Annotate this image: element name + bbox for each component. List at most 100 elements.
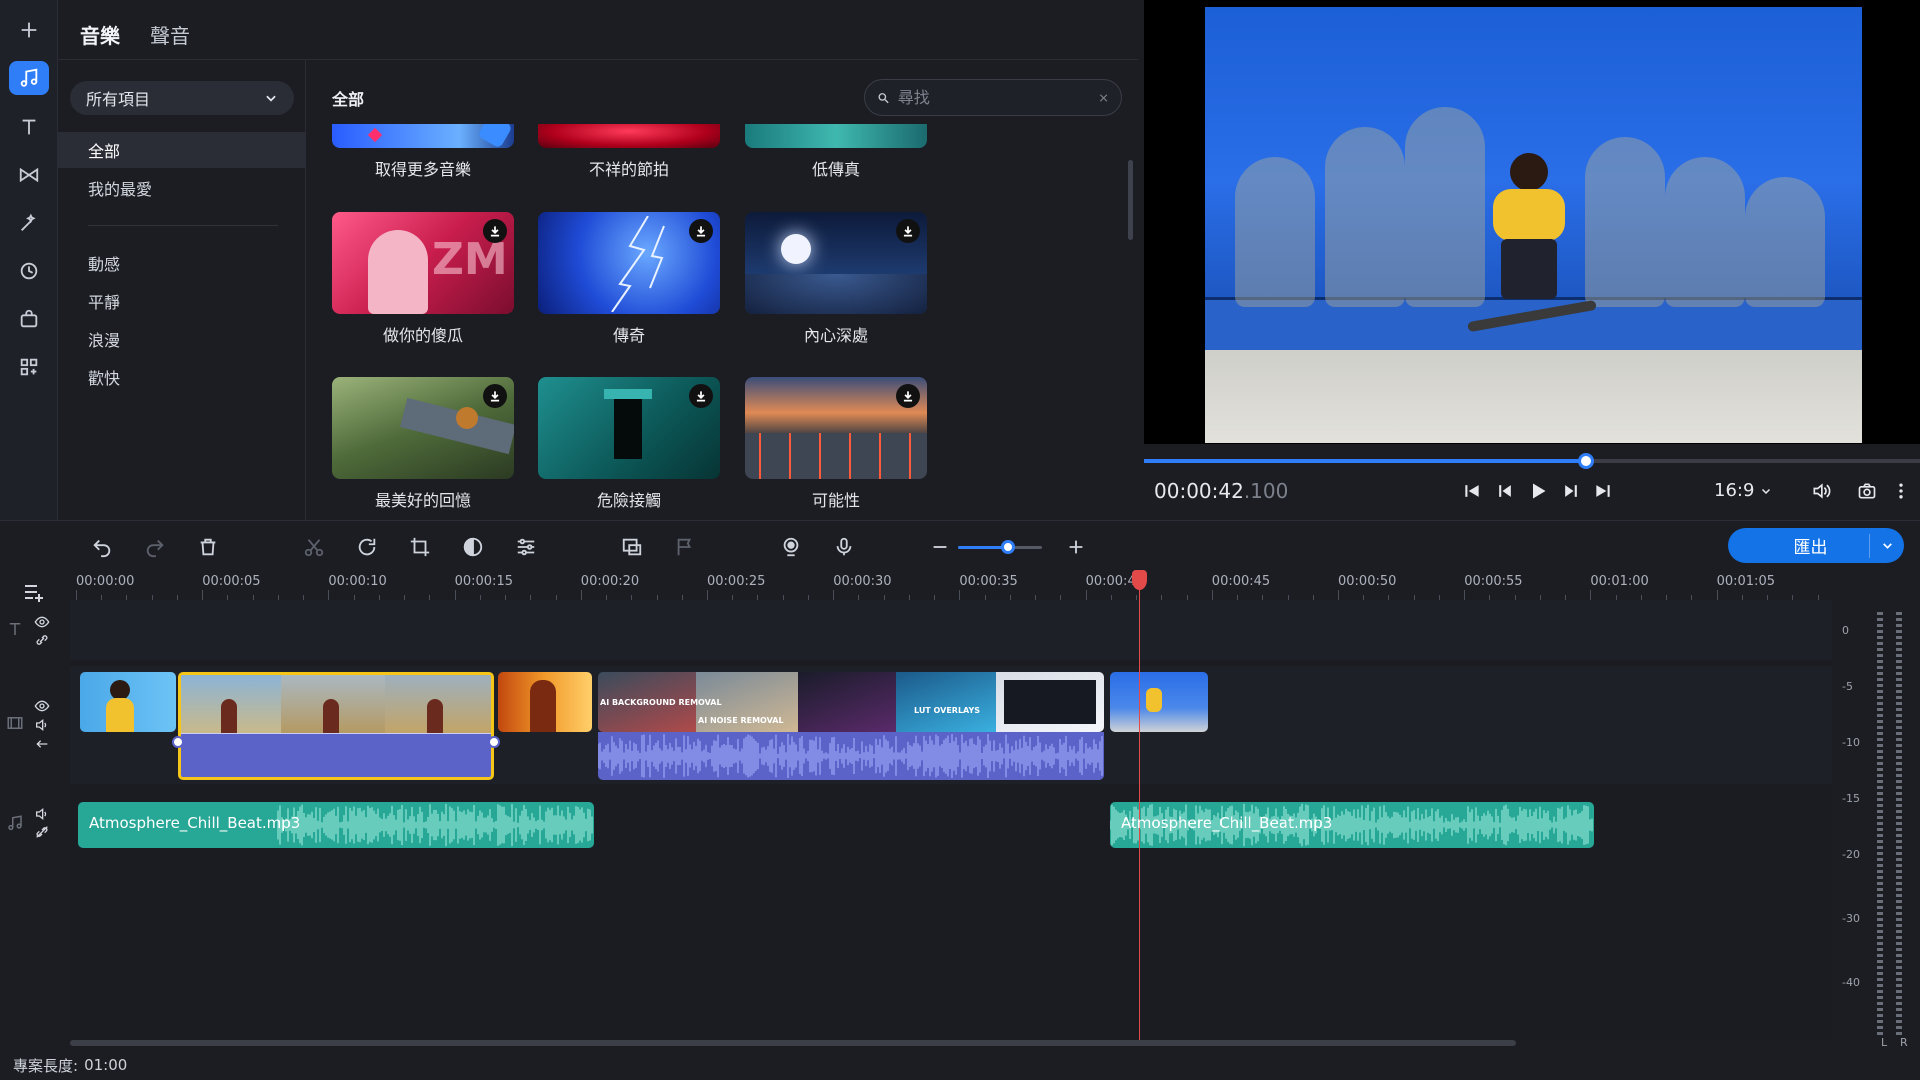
export-button[interactable]: 匯出 (1728, 528, 1904, 563)
download-button[interactable] (483, 384, 507, 408)
video-preview[interactable] (1205, 7, 1862, 443)
titles-button[interactable] (9, 110, 49, 144)
add-track-icon[interactable] (22, 580, 46, 604)
webcam-record-button[interactable] (777, 533, 805, 561)
video-clip[interactable] (1110, 672, 1208, 732)
fade-handle-right[interactable] (488, 736, 500, 748)
track-card[interactable]: 不祥的節拍 (538, 124, 720, 180)
zoom-out-button[interactable] (926, 533, 954, 561)
track-card[interactable]: 最美好的回憶 (332, 377, 514, 511)
timeline-scrollbar[interactable] (70, 1040, 1516, 1046)
stickers-button[interactable] (9, 254, 49, 288)
clip-audio-waveform[interactable] (597, 732, 1104, 780)
video-clip[interactable]: AI BACKGROUND REMOVAL AI NOISE REMOVAL L… (598, 672, 1104, 732)
track-card[interactable]: 低傳真 (745, 124, 927, 180)
skip-to-start-button[interactable] (1459, 478, 1485, 504)
zoom-slider[interactable] (958, 540, 1042, 554)
magic-wand-icon (21, 213, 36, 231)
link-icon[interactable] (34, 632, 50, 648)
rotate-button[interactable] (353, 533, 381, 561)
category-dynamic[interactable]: 動感 (58, 245, 306, 281)
tab-sounds[interactable]: 聲音 (150, 20, 190, 49)
add-media-button[interactable] (9, 13, 49, 47)
music-clip[interactable]: Atmosphere_Chill_Beat.mp3 (1110, 802, 1594, 848)
previous-frame-button[interactable] (1492, 478, 1518, 504)
speaker-icon[interactable] (34, 717, 50, 733)
unlink-icon[interactable] (34, 824, 50, 840)
video-clip[interactable] (80, 672, 176, 732)
clear-search-icon[interactable] (1098, 91, 1109, 105)
filters-button[interactable] (9, 206, 49, 240)
track-card[interactable]: 危險接觸 (538, 377, 720, 511)
track-title: 取得更多音樂 (374, 160, 471, 179)
track-thumbnail: ZM (332, 212, 514, 314)
ruler-tick (1590, 590, 1592, 600)
detach-audio-icon[interactable] (34, 736, 50, 752)
search-box[interactable] (864, 79, 1122, 116)
track-card[interactable]: 內心深處 (745, 212, 927, 346)
video-clip-selected[interactable] (178, 672, 494, 780)
category-calm[interactable]: 平靜 (58, 283, 306, 319)
more-tools-button[interactable] (9, 350, 49, 384)
meter-channel-right: R (1900, 1036, 1908, 1049)
eye-icon[interactable] (34, 614, 50, 630)
track-card[interactable]: 取得更多音樂 (332, 124, 514, 180)
search-icon (878, 92, 889, 103)
library-scrollbar[interactable] (1128, 160, 1133, 240)
track-card[interactable]: ZM 做你的傻瓜 (332, 212, 514, 346)
download-button[interactable] (896, 384, 920, 408)
crop-button[interactable] (406, 533, 434, 561)
more-options-button[interactable] (1888, 478, 1914, 504)
redo-button[interactable] (141, 533, 169, 561)
category-favorites[interactable]: 我的最愛 (58, 170, 306, 206)
category-all[interactable]: 全部 (58, 132, 306, 168)
snapshot-button[interactable] (1854, 478, 1880, 504)
ruler-tick (707, 590, 708, 600)
meter-db-label: -10 (1842, 736, 1860, 749)
playback-progress-knob[interactable] (1578, 453, 1595, 469)
clip-properties-button[interactable] (512, 533, 540, 561)
overlay-button[interactable] (618, 533, 646, 561)
category-cheerful[interactable]: 歡快 (58, 359, 306, 395)
playback-progress[interactable] (1144, 453, 1920, 469)
speaker-icon[interactable] (34, 806, 50, 822)
play-button[interactable] (1525, 478, 1551, 504)
music-clip[interactable]: Atmosphere_Chill_Beat.mp3 (78, 802, 594, 848)
download-button[interactable] (689, 219, 713, 243)
clip-caption: LUT OVERLAYS (914, 706, 981, 715)
zoom-slider-knob[interactable] (1001, 540, 1016, 554)
download-button[interactable] (483, 219, 507, 243)
search-input[interactable] (897, 88, 1098, 107)
color-adjust-button[interactable] (459, 533, 487, 561)
track-card[interactable]: 可能性 (745, 377, 927, 511)
eye-icon[interactable] (34, 698, 50, 714)
transitions-button[interactable] (9, 158, 49, 192)
undo-button[interactable] (88, 533, 116, 561)
volume-button[interactable] (1808, 478, 1834, 504)
download-button[interactable] (896, 219, 920, 243)
music-library-button[interactable] (9, 61, 49, 95)
marker-button[interactable] (671, 533, 699, 561)
fade-handle-left[interactable] (172, 736, 184, 748)
track-card[interactable]: 傳奇 (538, 212, 720, 346)
zoom-in-button[interactable] (1062, 533, 1090, 561)
store-button[interactable] (9, 302, 49, 336)
download-button[interactable] (689, 384, 713, 408)
delete-button[interactable] (194, 533, 222, 561)
split-button[interactable] (300, 533, 328, 561)
voiceover-button[interactable] (830, 533, 858, 561)
ruler-tick (454, 590, 456, 600)
time-ruler[interactable]: 00:00:00 00:00:05 00:00:10 00:00:15 00:00:20… (70, 570, 1832, 600)
category-divider (88, 225, 278, 226)
skip-to-end-button[interactable] (1590, 478, 1616, 504)
aspect-ratio-select[interactable]: 16:9 (1714, 480, 1772, 501)
tab-music[interactable]: 音樂 (80, 20, 120, 49)
video-clip[interactable] (498, 672, 592, 732)
collection-dropdown[interactable]: 所有項目 (70, 81, 294, 115)
category-romantic[interactable]: 浪漫 (58, 321, 306, 357)
next-frame-button[interactable] (1558, 478, 1584, 504)
track-thumbnail (538, 377, 720, 479)
playhead-handle[interactable] (1132, 570, 1147, 590)
export-options-button[interactable] (1870, 539, 1904, 552)
title-track[interactable] (70, 600, 1832, 660)
